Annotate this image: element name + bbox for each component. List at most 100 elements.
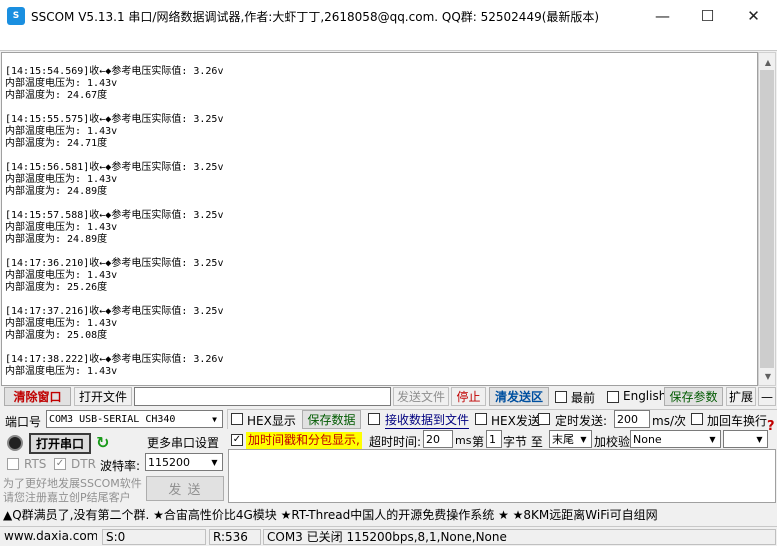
port-label: 端口号 <box>5 415 42 429</box>
timed-interval-input[interactable]: 200 <box>614 410 650 428</box>
log-entry-line: 内部温度为: 24.89度 <box>5 186 108 197</box>
log-entry: [14:17:38.222]收←◆参考电压实际值: 3.26v 内部温度电压为: … <box>5 354 223 378</box>
hex-display-label: HEX显示 <box>247 414 296 428</box>
minimize-button[interactable]: — <box>640 0 685 31</box>
chevron-down-icon[interactable]: ▼ <box>576 431 591 447</box>
port-select[interactable]: COM3 USB-SERIAL CH340 ▼ <box>46 410 223 428</box>
send-button[interactable]: 发 送 <box>146 476 224 501</box>
rts-label: RTS <box>24 457 47 471</box>
port-select-value: COM3 USB-SERIAL CH340 <box>49 413 176 425</box>
log-entry-line: 内部温度电压为: 1.43v <box>5 126 118 137</box>
open-file-button[interactable]: 打开文件 <box>74 387 132 406</box>
log-entry-line: 内部温度电压为: 1.43v <box>5 366 118 377</box>
topmost-label: 最前 <box>571 391 596 405</box>
recv-to-file-checkbox[interactable] <box>368 413 380 425</box>
timestamp-checkbox[interactable]: ✓ <box>231 434 243 446</box>
scrollbar-thumb[interactable] <box>760 70 774 368</box>
log-entry-line: 内部温度电压为: 1.43v <box>5 174 118 185</box>
add-crlf-label: 加回车换行 <box>707 414 768 428</box>
clear-window-button[interactable]: 清除窗口 <box>4 387 71 406</box>
chevron-down-icon[interactable]: ▼ <box>207 454 222 470</box>
recv-to-file-label[interactable]: 接收数据到文件 <box>385 411 470 429</box>
timed-send-checkbox[interactable] <box>538 413 550 425</box>
scroll-up-icon[interactable]: ▲ <box>759 53 777 71</box>
timestamp-label-text: 加时间戳和分包显示, <box>248 433 360 447</box>
received-count: R:536 <box>209 529 261 545</box>
baud-label: 波特率: <box>100 459 141 473</box>
close-button[interactable]: ✕ <box>731 0 776 31</box>
collapse-button[interactable]: — <box>758 387 776 406</box>
stop-button[interactable]: 停止 <box>451 387 486 406</box>
open-port-button[interactable]: 打开串口 <box>29 433 91 454</box>
english-label: English <box>623 389 667 403</box>
timeout-unit-label: ms <box>455 434 472 447</box>
byte-from-label: 第 <box>472 435 485 449</box>
log-entry-header: [14:15:55.575]收←◆参考电压实际值: 3.25v <box>5 114 224 125</box>
receive-log[interactable]: [14:15:54.569]收←◆参考电压实际值: 3.26v 内部温度电压为: … <box>1 52 758 386</box>
chevron-down-icon[interactable]: ▼ <box>705 431 720 447</box>
hex-send-label: HEX发送 <box>491 414 540 428</box>
save-params-button[interactable]: 保存参数 <box>664 387 723 406</box>
log-entry-line: 内部温度为: 24.67度 <box>5 90 108 101</box>
client-top-frame <box>0 31 777 51</box>
help-icon[interactable]: ? <box>767 419 775 434</box>
log-entry-line: 内部温度为: 25.26度 <box>5 282 108 293</box>
log-entry-line: 内部温度为: 24.71度 <box>5 138 108 149</box>
save-data-button[interactable]: 保存数据 <box>302 410 361 429</box>
checksum-select[interactable]: None ▼ <box>630 430 721 448</box>
timeout-label: 超时时间: <box>369 435 422 449</box>
send-file-button[interactable]: 发送文件 <box>393 387 449 406</box>
byte-from-input[interactable]: 1 <box>486 430 502 448</box>
chevron-down-icon[interactable]: ▼ <box>207 411 222 427</box>
log-entry-header: [14:15:57.588]收←◆参考电压实际值: 3.25v <box>5 210 224 221</box>
timeout-input[interactable]: 20 <box>423 430 453 448</box>
website-link[interactable]: www.daxia.com <box>1 529 97 545</box>
expand-button[interactable]: 扩展 <box>726 387 756 406</box>
app-icon: S <box>7 7 25 25</box>
byte-to-select[interactable]: 末尾 ▼ <box>549 430 592 448</box>
log-entry-header: [14:17:37.216]收←◆参考电压实际值: 3.25v <box>5 306 224 317</box>
byte-to-label: 字节 至 <box>503 435 543 449</box>
scroll-down-icon[interactable]: ▼ <box>759 367 777 385</box>
log-entry-header: [14:15:54.569]收←◆参考电压实际值: 3.26v <box>5 66 224 77</box>
log-entry-header: [14:15:56.581]收←◆参考电压实际值: 3.25v <box>5 162 224 173</box>
clear-send-area-button[interactable]: 清发送区 <box>489 387 549 406</box>
log-entry: [14:17:37.216]收←◆参考电压实际值: 3.25v 内部温度电压为: … <box>5 306 223 342</box>
promo-line-2: 请您注册嘉立创P结尾客户 <box>3 491 131 504</box>
baud-select-value: 115200 <box>148 455 190 469</box>
news-ticker: ▲Q群满员了,没有第二个群. ★合宙高性价比4G模块 ★RT-Thread中国人… <box>3 508 658 522</box>
send-textarea[interactable] <box>228 449 776 503</box>
add-crlf-checkbox[interactable] <box>691 413 703 425</box>
log-entry: [14:17:36.210]收←◆参考电压实际值: 3.25v 内部温度电压为: … <box>5 258 223 294</box>
log-entry-header: [14:17:38.222]收←◆参考电压实际值: 3.26v <box>5 354 224 365</box>
timed-unit-label: ms/次 <box>652 414 686 428</box>
baud-select[interactable]: 115200 ▼ <box>145 453 223 471</box>
log-entry-line: 内部温度电压为: 1.43v <box>5 78 118 89</box>
hex-send-checkbox[interactable] <box>475 413 487 425</box>
refresh-icon[interactable]: ↻ <box>96 433 109 452</box>
timestamp-label: 加时间戳和分包显示, <box>246 432 362 449</box>
port-status-indicator-icon <box>7 435 23 451</box>
maximize-button[interactable]: ☐ <box>685 0 730 31</box>
log-entry-line: 内部温度电压为: 1.43v <box>5 270 118 281</box>
dtr-label: DTR <box>71 457 96 471</box>
extra-select[interactable]: ▼ <box>723 430 768 448</box>
log-entry: [14:15:56.581]收←◆参考电压实际值: 3.25v 内部温度电压为: … <box>5 162 223 198</box>
log-entry: [14:15:54.569]收←◆参考电压实际值: 3.26v 内部温度电压为: … <box>5 66 223 102</box>
port-status-text: COM3 已关闭 115200bps,8,1,None,None <box>263 529 776 545</box>
topmost-checkbox[interactable] <box>555 391 567 403</box>
more-port-settings-link[interactable]: 更多串口设置 <box>147 434 219 451</box>
rts-checkbox[interactable] <box>7 458 19 470</box>
receive-log-content: [14:15:54.569]收←◆参考电压实际值: 3.26v 内部温度电压为: … <box>5 66 224 385</box>
log-entry-line: 内部温度电压为: 1.43v <box>5 318 118 329</box>
hex-display-checkbox[interactable] <box>231 413 243 425</box>
log-entry: [14:15:55.575]收←◆参考电压实际值: 3.25v 内部温度电压为: … <box>5 114 223 150</box>
dtr-checkbox[interactable]: ✓ <box>54 458 66 470</box>
chevron-down-icon[interactable]: ▼ <box>752 431 767 447</box>
log-entry-line: 内部温度电压为: 1.43v <box>5 222 118 233</box>
byte-to-select-value: 末尾 <box>552 433 574 446</box>
english-checkbox[interactable] <box>607 391 619 403</box>
log-entry-line: 内部温度为: 24.89度 <box>5 234 108 245</box>
file-path-input[interactable] <box>134 387 391 406</box>
status-bar: www.daxia.com S:0 R:536 COM3 已关闭 115200b… <box>0 526 777 546</box>
